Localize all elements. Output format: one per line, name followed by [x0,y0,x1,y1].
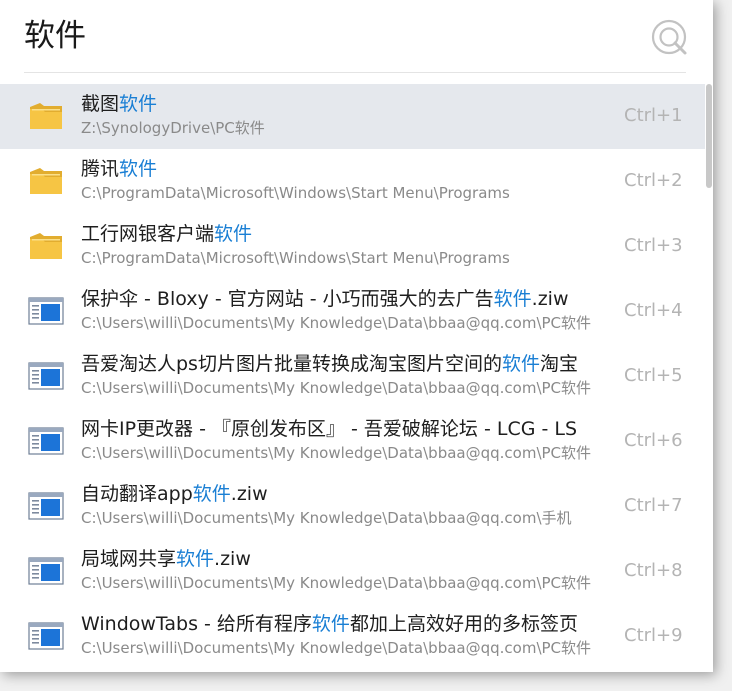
result-item[interactable]: 吾爱淘达人ps切片图片批量转换成淘宝图片空间的软件淘宝 C:\Users\wil… [0,344,705,409]
scrollbar-thumb[interactable] [706,84,712,188]
result-title: 局域网共享软件.ziw [81,548,251,570]
folder-icon [28,99,64,133]
search-input[interactable]: 软件 [24,14,86,58]
document-window-icon [28,622,64,650]
result-item[interactable]: 自动翻译app软件.ziw C:\Users\willi\Documents\M… [0,474,705,539]
result-item[interactable]: 局域网共享软件.ziw C:\Users\willi\Documents\My … [0,539,705,604]
result-shortcut: Ctrl+9 [624,625,683,646]
folder-icon [30,168,62,194]
search-bar[interactable]: 软件 [0,0,713,72]
document-icon [28,294,64,328]
result-shortcut: Ctrl+8 [624,560,683,581]
document-window-icon [28,492,64,520]
document-window-icon [28,427,64,455]
search-divider [24,72,686,73]
document-icon [28,619,64,653]
document-icon [28,359,64,393]
result-item[interactable]: 截图软件 Z:\SynologyDrive\PC软件 Ctrl+1 [0,84,705,149]
result-shortcut: Ctrl+2 [624,170,683,191]
result-title: 网卡IP更改器 - 『原创发布区』 - 吾爱破解论坛 - LCG - LS [81,418,578,440]
folder-icon [30,103,62,129]
result-item[interactable]: 保护伞 - Bloxy - 官方网站 - 小巧而强大的去广告软件.ziw C:\… [0,279,705,344]
folder-icon [28,229,64,263]
document-icon [28,489,64,523]
result-path: C:\ProgramData\Microsoft\Windows\Start M… [81,249,510,267]
result-path: Z:\SynologyDrive\PC软件 [81,119,265,137]
result-path: C:\Users\willi\Documents\My Knowledge\Da… [81,509,572,527]
document-icon [28,424,64,458]
result-title: 保护伞 - Bloxy - 官方网站 - 小巧而强大的去广告软件.ziw [81,288,569,310]
result-title: 工行网银客户端软件 [81,223,253,245]
result-item[interactable]: 工行网银客户端软件 C:\ProgramData\Microsoft\Windo… [0,214,705,279]
result-path: C:\Users\willi\Documents\My Knowledge\Da… [81,444,592,462]
document-window-icon [28,557,64,585]
result-path: C:\Users\willi\Documents\My Knowledge\Da… [81,574,592,592]
launcher-window: 软件 截图软件 Z:\SynologyDrive\PC软件 Ctrl+1 腾讯软… [0,0,713,672]
document-window-icon [28,362,64,390]
result-title: WindowTabs - 给所有程序软件都加上高效好用的多标签页 [81,613,578,635]
result-title: 吾爱淘达人ps切片图片批量转换成淘宝图片空间的软件淘宝 [81,353,578,375]
document-window-icon [28,297,64,325]
result-title: 截图软件 [81,93,158,115]
folder-icon [28,164,64,198]
result-item[interactable]: WindowTabs - 给所有程序软件都加上高效好用的多标签页 C:\User… [0,604,705,669]
result-shortcut: Ctrl+1 [624,105,683,126]
search-icon[interactable] [648,16,690,58]
result-shortcut: Ctrl+7 [624,495,683,516]
result-shortcut: Ctrl+5 [624,365,683,386]
result-shortcut: Ctrl+6 [624,430,683,451]
result-title: 腾讯软件 [81,158,158,180]
result-shortcut: Ctrl+3 [624,235,683,256]
result-item[interactable]: 网卡IP更改器 - 『原创发布区』 - 吾爱破解论坛 - LCG - LS C:… [0,409,705,474]
result-item[interactable]: 腾讯软件 C:\ProgramData\Microsoft\Windows\St… [0,149,705,214]
result-shortcut: Ctrl+4 [624,300,683,321]
result-path: C:\Users\willi\Documents\My Knowledge\Da… [81,639,592,657]
result-list: 截图软件 Z:\SynologyDrive\PC软件 Ctrl+1 腾讯软件 C… [0,84,705,669]
result-path: C:\Users\willi\Documents\My Knowledge\Da… [81,379,592,397]
scrollbar[interactable] [705,84,713,672]
result-title: 自动翻译app软件.ziw [81,483,268,505]
result-path: C:\Users\willi\Documents\My Knowledge\Da… [81,314,592,332]
document-icon [28,554,64,588]
folder-icon [30,233,62,259]
result-path: C:\ProgramData\Microsoft\Windows\Start M… [81,184,510,202]
